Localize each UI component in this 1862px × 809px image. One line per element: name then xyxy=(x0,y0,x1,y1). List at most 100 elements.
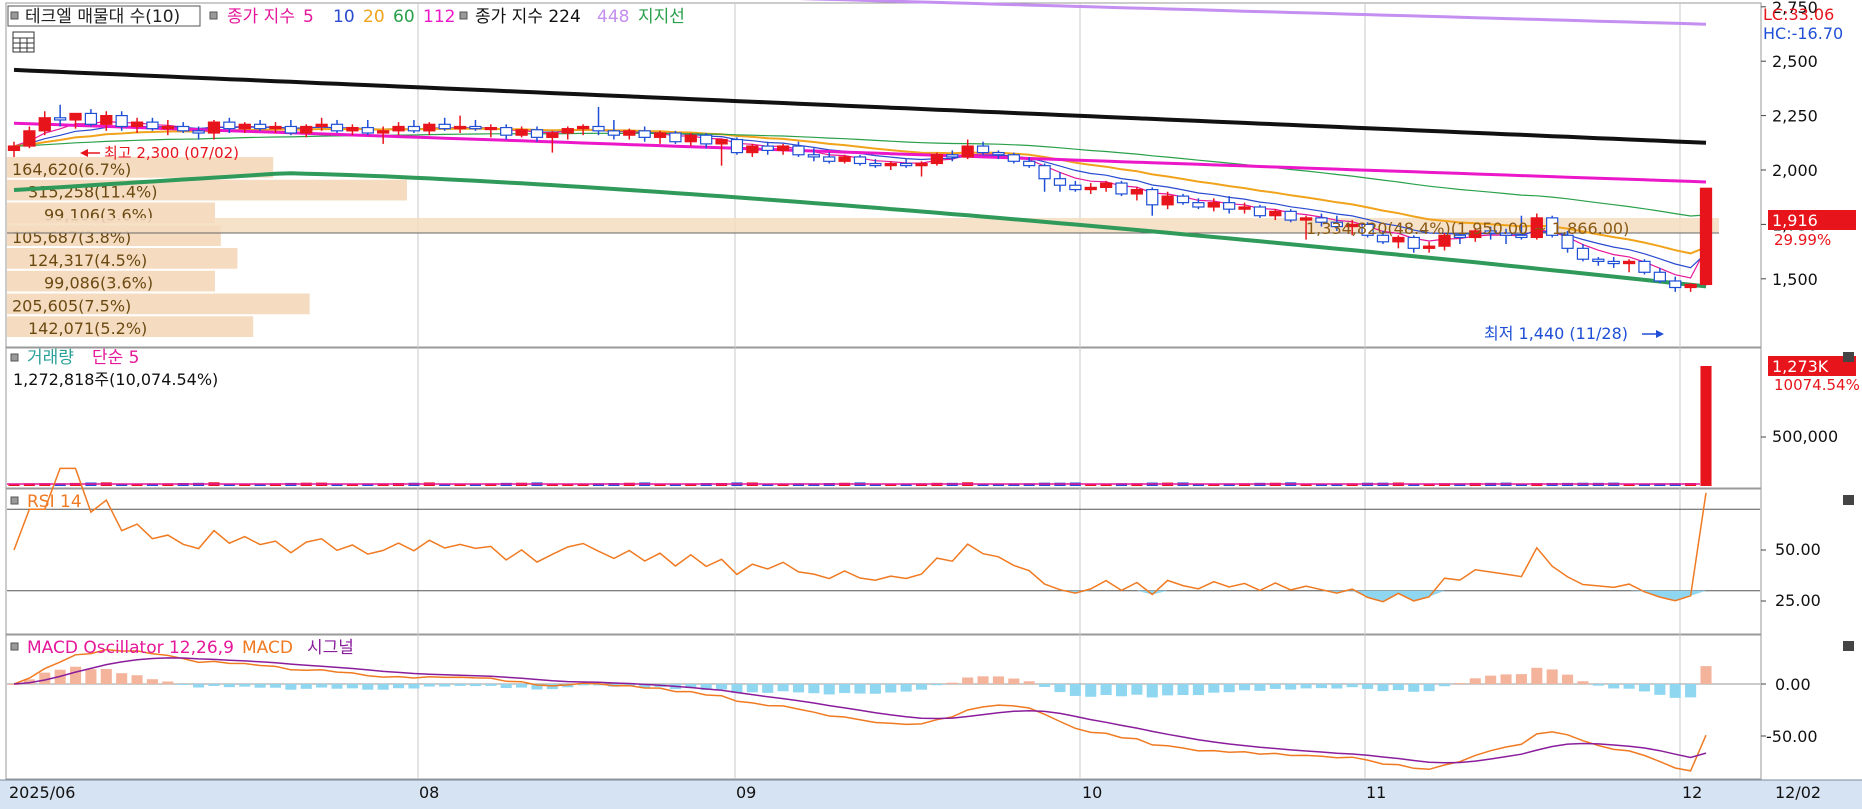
legend-ma10[interactable]: 10 xyxy=(333,7,355,27)
macd-oscillator-bar xyxy=(454,684,466,686)
macd-close-icon[interactable] xyxy=(1843,641,1854,651)
x-label-11: 11 xyxy=(1366,783,1386,802)
legend-support[interactable]: 지지선 xyxy=(638,7,685,27)
candle-body xyxy=(1669,280,1682,289)
candle-body xyxy=(1161,195,1174,206)
candle-body xyxy=(177,125,190,132)
candle-body xyxy=(484,126,497,131)
macd-oscillator-bar xyxy=(254,684,266,688)
volume-profile-label: 164,620(6.7%) xyxy=(12,160,131,179)
candle-body xyxy=(423,123,436,132)
candle-body xyxy=(592,125,605,132)
macd-oscillator-bar xyxy=(1377,684,1389,692)
macd-oscillator-bar xyxy=(900,684,912,692)
volume-tag-value: 1,273K xyxy=(1772,357,1829,376)
candle-body xyxy=(23,130,36,147)
macd-oscillator-bar xyxy=(1269,684,1281,689)
candle-body xyxy=(1422,245,1436,249)
candle-body xyxy=(1269,210,1282,217)
macd-oscillator-bar xyxy=(1685,684,1697,698)
macd-title[interactable]: MACD Oscillator 12,26,9 xyxy=(27,638,234,658)
candle-body xyxy=(7,145,21,152)
legend-ma448[interactable]: 448 xyxy=(597,7,629,27)
candle-body xyxy=(1069,184,1082,191)
legend-ma60[interactable]: 60 xyxy=(393,7,415,27)
candle-body xyxy=(1192,202,1205,208)
candle-body xyxy=(807,154,820,158)
macd-oscillator-bar xyxy=(331,684,343,689)
candle-body xyxy=(1053,178,1067,186)
legend-ma112[interactable]: 112 xyxy=(423,7,455,27)
macd-oscillator-bar xyxy=(223,684,235,688)
macd-oscillator-bar xyxy=(792,684,805,693)
macd-oscillator-bar xyxy=(1177,684,1189,696)
candle-body xyxy=(207,121,221,134)
macd-oscillator-bar xyxy=(69,666,82,684)
volume-title[interactable]: 거래량 xyxy=(27,348,74,368)
candle-body xyxy=(776,145,790,152)
legend-ma-label[interactable]: 종가 지수 xyxy=(227,7,295,27)
legend-ma224[interactable]: 종가 지수 224 xyxy=(475,7,581,27)
current-price: 1,916 xyxy=(1772,211,1818,230)
candle-body xyxy=(1146,188,1159,206)
macd-oscillator-bar xyxy=(208,684,220,686)
candle-body xyxy=(653,132,667,138)
macd-oscillator-bar xyxy=(1500,674,1512,684)
candle-body xyxy=(1099,182,1113,189)
candle-body xyxy=(746,145,759,154)
macd-oscillator-bar xyxy=(100,668,112,684)
macd-oscillator-bar xyxy=(1346,684,1358,688)
macd-label[interactable]: MACD xyxy=(242,638,293,658)
macd-oscillator-bar xyxy=(469,684,481,687)
legend-ma5[interactable]: 5 xyxy=(303,7,314,27)
legend-ma20[interactable]: 20 xyxy=(363,7,385,27)
volume-tick-500k: 500,000 xyxy=(1772,427,1838,446)
candle-body xyxy=(1653,271,1666,282)
candle-body xyxy=(361,126,374,134)
macd-oscillator-bar xyxy=(808,684,820,694)
macd-oscillator-bar xyxy=(823,684,835,695)
legend-volume-profile[interactable]: 테크엘 매물대 수(10) xyxy=(25,7,180,27)
table-icon[interactable] xyxy=(12,31,35,53)
macd-oscillator-bar xyxy=(1485,675,1497,684)
signal-label[interactable]: 시그널 xyxy=(307,638,354,658)
macd-oscillator-bar xyxy=(1438,684,1451,687)
macd-oscillator-bar xyxy=(1069,684,1081,696)
candle-body xyxy=(915,162,928,167)
macd-oscillator-bar xyxy=(854,684,866,694)
candle-body xyxy=(284,125,298,134)
candle-body xyxy=(1576,247,1590,260)
stock-chart: 164,620(6.7%)315,258(11.4%)99,106(3.6%)1… xyxy=(0,0,1862,809)
candle-body xyxy=(823,156,836,162)
candle-body xyxy=(853,156,867,165)
macd-oscillator-bar xyxy=(962,677,974,684)
x-label-09: 09 xyxy=(736,783,756,802)
candle-body xyxy=(100,114,113,125)
candle-body xyxy=(453,125,467,130)
rsi-title[interactable]: RSI 14 xyxy=(27,492,82,512)
candle-body xyxy=(1084,186,1097,191)
macd-oscillator-bar xyxy=(239,684,251,687)
candle-body xyxy=(730,138,744,154)
macd-oscillator-bar xyxy=(1638,684,1651,692)
macd-oscillator-bar xyxy=(1546,669,1558,684)
candle-body xyxy=(1684,283,1697,289)
candle-body xyxy=(1207,202,1220,208)
rsi-close-icon[interactable] xyxy=(1843,495,1854,505)
macd-oscillator-bar xyxy=(946,682,958,684)
macd-oscillator-bar xyxy=(1054,684,1066,693)
candle-body xyxy=(300,125,313,134)
candle-body xyxy=(192,130,205,134)
volume-ma-label[interactable]: 단순 5 xyxy=(92,348,140,368)
macd-oscillator-bar xyxy=(1223,684,1235,693)
macd-oscillator-bar xyxy=(393,684,405,689)
macd-tick-neg50: -50.00 xyxy=(1766,727,1818,746)
candle-body xyxy=(515,129,528,136)
volume-profile-label: 99,086(3.6%) xyxy=(44,274,153,293)
macd-oscillator-bar xyxy=(1146,684,1158,698)
candle-body xyxy=(530,129,544,138)
candle-body xyxy=(377,130,390,134)
volume-close-icon[interactable] xyxy=(1843,352,1854,362)
macd-oscillator-bar xyxy=(423,684,435,687)
macd-oscillator-bar xyxy=(346,684,358,689)
